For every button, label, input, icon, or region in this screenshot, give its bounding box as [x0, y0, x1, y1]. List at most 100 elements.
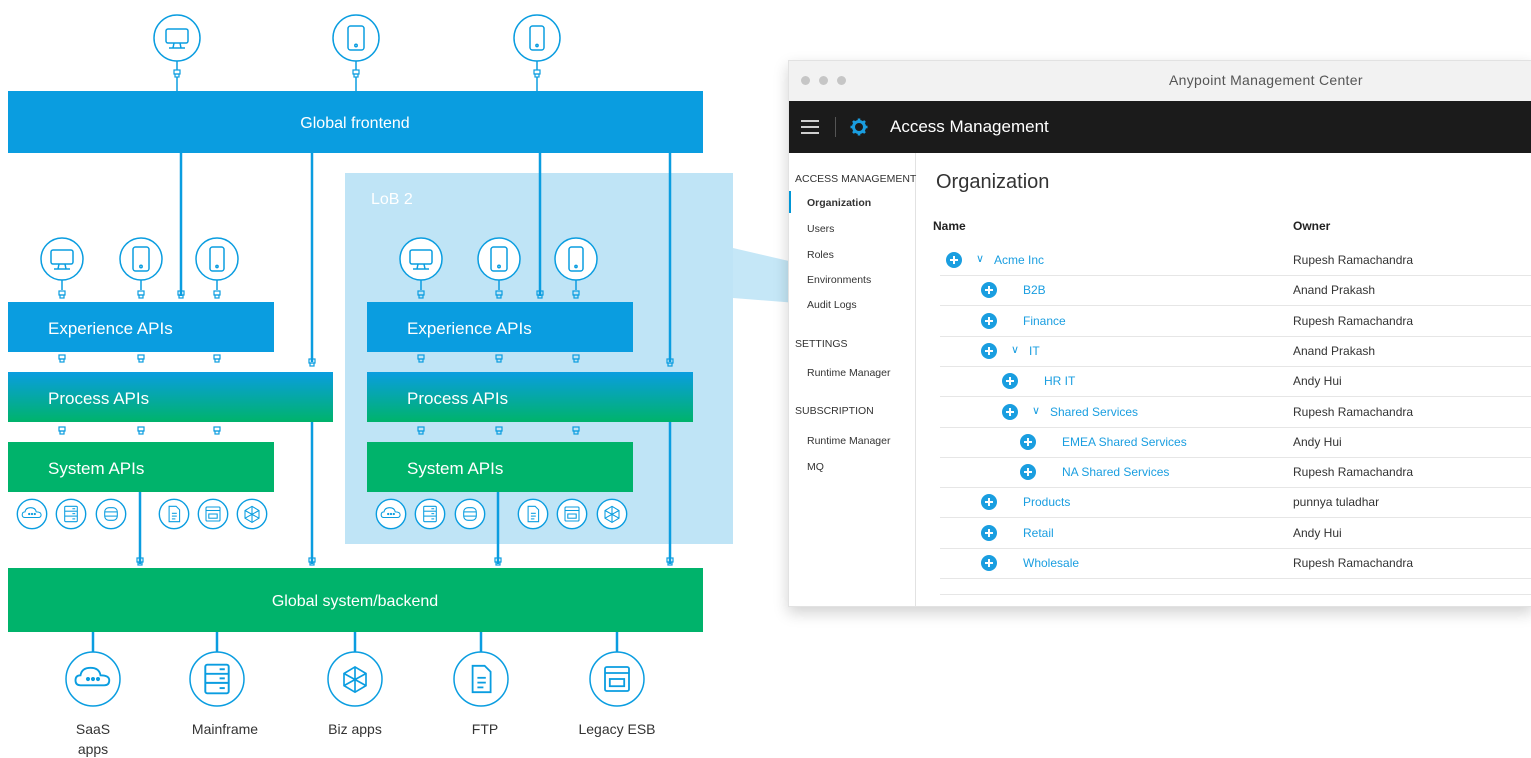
table-row[interactable]: ∨ IT Anand Prakash	[940, 336, 1531, 367]
lob2-client-icons	[399, 237, 598, 281]
lob1-system-apis-label: System APIs	[48, 459, 144, 478]
anypoint-window: Anypoint Management Center Access Manage…	[788, 60, 1531, 607]
system-label-mainframe: Mainframe	[192, 721, 258, 737]
sidebar-item-runtime-manager[interactable]: Runtime Manager	[807, 367, 890, 379]
add-sub-org-icon[interactable]	[1002, 373, 1018, 390]
main-content: Organization Name Owner ∨ Acme Inc Rupesh …	[916, 153, 1531, 606]
add-sub-org-icon[interactable]	[981, 282, 997, 299]
document-icon	[158, 498, 190, 530]
lob1-connectors	[58, 280, 221, 299]
org-name-link[interactable]: B2B	[1023, 283, 1046, 297]
chevron-down-icon[interactable]: ∨	[976, 252, 984, 265]
window-maximize-dot[interactable]	[837, 76, 846, 85]
system-label-biz-apps: Biz apps	[328, 721, 382, 737]
cloud-icon	[375, 498, 407, 530]
server-icon	[189, 651, 245, 707]
add-sub-org-icon[interactable]	[981, 342, 997, 359]
org-name-link[interactable]: NA Shared Services	[1062, 465, 1169, 479]
org-owner: punnya tuladhar	[1293, 495, 1380, 510]
org-name-link[interactable]: Products	[1023, 495, 1070, 509]
sidebar-item-users[interactable]: Users	[807, 223, 834, 235]
org-name-link[interactable]: Finance	[1023, 314, 1066, 328]
sidebar-item-audit-logs[interactable]: Audit Logs	[807, 299, 857, 311]
lob2-system-apis-label: System APIs	[407, 459, 503, 478]
esb-window-icon	[197, 498, 229, 530]
lob1-process-apis-label: Process APIs	[48, 389, 149, 408]
backend-connectors	[136, 557, 674, 566]
sidebar-item-organization[interactable]: Organization	[807, 197, 871, 209]
cloud-icon	[16, 498, 48, 530]
monitor-icon	[40, 237, 84, 281]
menu-icon[interactable]	[801, 120, 819, 134]
monitor-icon	[153, 14, 201, 62]
table-bottom-divider	[940, 594, 1531, 595]
column-header-name[interactable]: Name	[933, 219, 966, 233]
add-sub-org-icon[interactable]	[981, 494, 997, 511]
sidebar-item-environments[interactable]: Environments	[807, 274, 871, 286]
document-icon	[453, 651, 509, 707]
database-icon	[454, 498, 486, 530]
server-icon	[55, 498, 87, 530]
org-name-link[interactable]: IT	[1029, 344, 1040, 358]
window-minimize-dot[interactable]	[819, 76, 828, 85]
system-label-legacy-esb: Legacy ESB	[578, 721, 655, 737]
lob1-exp-proc-connectors	[58, 354, 316, 367]
app-title: Access Management	[890, 117, 1049, 136]
table-row[interactable]: Wholesale Rupesh Ramachandra	[940, 548, 1531, 579]
table-row[interactable]: ∨ Acme Inc Rupesh Ramachandra	[940, 245, 1531, 276]
org-name-link[interactable]: Acme Inc	[994, 253, 1044, 267]
table-row[interactable]: HR IT Andy Hui	[940, 366, 1531, 398]
column-header-owner[interactable]: Owner	[1293, 219, 1330, 233]
lob2-label: LoB 2	[371, 191, 413, 208]
sidebar-heading-settings: SETTINGS	[795, 338, 848, 350]
window-titlebar: Anypoint Management Center	[789, 61, 1531, 102]
system-label-saas: SaaS	[76, 721, 110, 737]
cube-icon	[236, 498, 268, 530]
table-row[interactable]: Finance Rupesh Ramachandra	[940, 306, 1531, 337]
table-row[interactable]: Retail Andy Hui	[940, 518, 1531, 549]
add-sub-org-icon[interactable]	[1002, 403, 1018, 420]
chevron-down-icon[interactable]: ∨	[1011, 343, 1019, 356]
table-row[interactable]: ∨ Shared Services Rupesh Ramachandra	[940, 397, 1531, 428]
lob2-experience-apis-label: Experience APIs	[407, 319, 532, 338]
table-row[interactable]: B2B Anand Prakash	[940, 275, 1531, 307]
global-frontend-label: Global frontend	[300, 115, 409, 132]
server-icon	[414, 498, 446, 530]
window-close-dot[interactable]	[801, 76, 810, 85]
add-sub-org-icon[interactable]	[981, 555, 997, 571]
sidebar-active-indicator	[789, 191, 791, 213]
sidebar-heading-access-management: ACCESS MANAGEMENT	[795, 173, 917, 185]
monitor-icon	[399, 237, 443, 281]
header-divider	[835, 117, 836, 137]
tablet-icon	[119, 237, 163, 281]
document-icon	[517, 498, 549, 530]
org-name-link[interactable]: EMEA Shared Services	[1062, 435, 1187, 449]
org-owner: Rupesh Ramachandra	[1293, 404, 1414, 419]
add-sub-org-icon[interactable]	[1020, 464, 1036, 481]
table-row[interactable]: Products punnya tuladhar	[940, 487, 1531, 519]
add-sub-org-icon[interactable]	[1020, 433, 1036, 450]
window-title: Anypoint Management Center	[1169, 72, 1363, 88]
org-owner: Rupesh Ramachandra	[1293, 253, 1414, 267]
cube-icon	[596, 498, 628, 530]
table-row[interactable]: NA Shared Services Rupesh Ramachandra	[940, 457, 1531, 489]
add-sub-org-icon[interactable]	[981, 524, 997, 541]
org-owner: Anand Prakash	[1293, 283, 1376, 298]
lob1-client-icons	[40, 237, 239, 281]
sidebar-item-subscription-runtime-manager[interactable]: Runtime Manager	[807, 435, 890, 447]
sidebar: ACCESS MANAGEMENT Organization Users Rol…	[789, 153, 916, 606]
sidebar-item-mq[interactable]: MQ	[807, 461, 824, 473]
phone-icon	[195, 237, 239, 281]
chevron-down-icon[interactable]: ∨	[1032, 404, 1040, 417]
add-sub-org-icon[interactable]	[946, 252, 962, 268]
add-sub-org-icon[interactable]	[981, 312, 997, 329]
sidebar-item-roles[interactable]: Roles	[807, 249, 834, 261]
org-owner: Anand Prakash	[1293, 343, 1376, 358]
org-name-link[interactable]: Shared Services	[1050, 405, 1138, 419]
org-name-link[interactable]: HR IT	[1044, 374, 1075, 388]
org-name-link[interactable]: Wholesale	[1023, 556, 1079, 570]
org-name-link[interactable]: Retail	[1023, 526, 1054, 540]
org-owner: Andy Hui	[1293, 434, 1342, 449]
system-label-ftp: FTP	[472, 721, 498, 737]
table-row[interactable]: EMEA Shared Services Andy Hui	[940, 427, 1531, 458]
